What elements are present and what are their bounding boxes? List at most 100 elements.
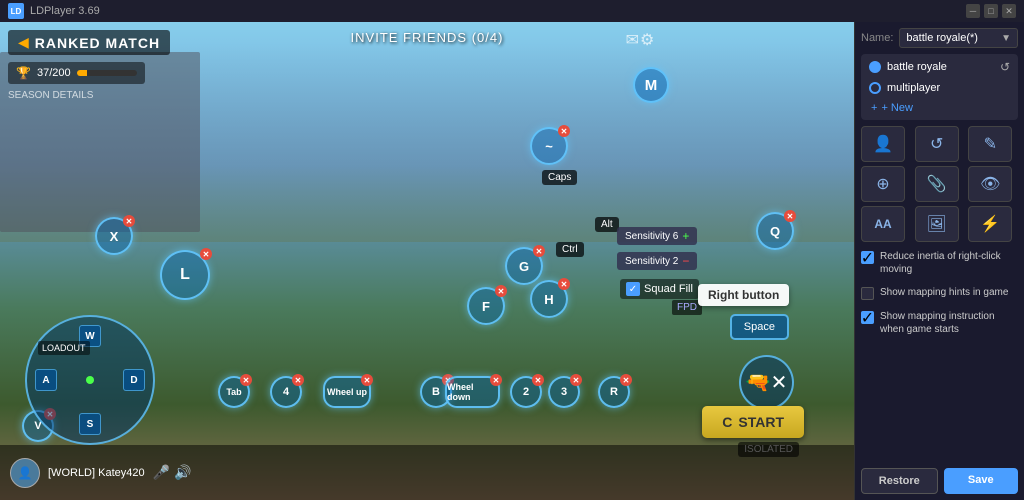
bolt-icon-cell[interactable]: ⚡ xyxy=(968,206,1012,242)
squad-fill-checkbox[interactable]: ✓ xyxy=(626,282,640,296)
wheel-down-key[interactable]: Wheel down ✕ xyxy=(445,376,500,408)
new-profile-button[interactable]: + + New xyxy=(865,100,1014,116)
profile-battle-royale[interactable]: battle royale ↺ xyxy=(865,58,1014,76)
close-four-icon[interactable]: ✕ xyxy=(292,374,304,386)
close-tab-icon[interactable]: ✕ xyxy=(240,374,252,386)
q-key[interactable]: Q ✕ xyxy=(756,212,794,250)
profile-options: battle royale ↺ multiplayer + + New xyxy=(861,54,1018,120)
ranked-arrow-icon: ◀ xyxy=(18,34,29,51)
profile-select[interactable]: battle royale(*) ▼ xyxy=(899,28,1018,48)
center-dot xyxy=(86,376,94,384)
show-instruction-label: Show mapping instruction when game start… xyxy=(880,310,1018,336)
loadout-circle: W A S D xyxy=(25,315,155,445)
ctrl-label: Ctrl xyxy=(556,242,584,257)
image-icon-cell[interactable]: 🖼 xyxy=(915,206,959,242)
f-key[interactable]: F ✕ xyxy=(467,287,505,325)
c-start-button[interactable]: C START xyxy=(702,406,804,438)
close-q-icon[interactable]: ✕ xyxy=(784,210,796,222)
weapon-circle[interactable]: 🔫 ✕ xyxy=(739,355,794,410)
d-key[interactable]: D xyxy=(123,369,145,391)
reduce-inertia-checkbox[interactable]: ✓ xyxy=(861,251,874,264)
close-x-icon[interactable]: ✕ xyxy=(123,215,135,227)
hud-icons: 🎤 🔊 xyxy=(153,464,192,481)
selected-profile-text: battle royale(*) xyxy=(906,32,978,44)
titlebar: LD LDPlayer 3.69 ─ □ ✕ xyxy=(0,0,1024,22)
minus-icon: − xyxy=(682,254,689,268)
person-icon-cell[interactable]: 👤 xyxy=(861,126,905,162)
player-avatar: 👤 xyxy=(10,458,40,488)
four-key[interactable]: 4 ✕ xyxy=(270,376,302,408)
radio-battle-royale[interactable] xyxy=(869,61,881,73)
gear-icon[interactable]: ⚙ xyxy=(640,30,664,54)
close-g-icon[interactable]: ✕ xyxy=(533,245,545,257)
s-key[interactable]: S xyxy=(79,413,101,435)
loadout-label: LOADOUT xyxy=(38,341,90,355)
close-l-icon[interactable]: ✕ xyxy=(200,248,212,260)
eye-icon-cell[interactable]: 👁 xyxy=(968,166,1012,202)
close-wheelup-icon[interactable]: ✕ xyxy=(361,374,373,386)
space-key[interactable]: Space xyxy=(730,314,789,340)
save-button[interactable]: Save xyxy=(944,468,1019,494)
squad-fill-label: Squad Fill xyxy=(644,283,693,295)
close-two-icon[interactable]: ✕ xyxy=(532,374,544,386)
clip-icon-cell[interactable]: 📎 xyxy=(915,166,959,202)
show-hints-checkbox[interactable] xyxy=(861,287,874,300)
trophy-icon: 🏆 xyxy=(16,66,31,80)
app-title: LDPlayer 3.69 xyxy=(30,5,100,17)
r-key[interactable]: R ✕ xyxy=(598,376,630,408)
crosshair-icon-cell[interactable]: ⊕ xyxy=(861,166,905,202)
text-icon-cell[interactable]: AA xyxy=(861,206,905,242)
chevron-down-icon: ▼ xyxy=(1001,33,1011,44)
name-label: Name: xyxy=(861,32,893,44)
m-key[interactable]: M xyxy=(633,67,669,103)
checkbox-show-hints: Show mapping hints in game xyxy=(861,284,1018,302)
tab-key[interactable]: Tab ✕ xyxy=(218,376,250,408)
battle-royale-label: battle royale xyxy=(887,61,947,73)
new-label: + New xyxy=(881,102,913,114)
squad-fill-row: ✓ Squad Fill xyxy=(620,279,699,299)
panel-footer: Restore Save xyxy=(861,468,1018,494)
game-header: ◀ RANKED MATCH xyxy=(8,30,170,55)
ranked-text: RANKED MATCH xyxy=(35,35,160,51)
tilde-key[interactable]: ~ ✕ xyxy=(530,127,568,165)
main-container: ◀ RANKED MATCH 🏆 37/200 SEASON DETAILS I… xyxy=(0,22,1024,500)
mic-icon[interactable]: 🎤 xyxy=(153,464,170,481)
three-key[interactable]: 3 ✕ xyxy=(548,376,580,408)
show-hints-label: Show mapping hints in game xyxy=(880,286,1008,299)
wheel-up-key[interactable]: Wheel up ✕ xyxy=(323,376,371,408)
two-key[interactable]: 2 ✕ xyxy=(510,376,542,408)
player-name: [WORLD] Katey420 xyxy=(48,467,145,479)
close-r-icon[interactable]: ✕ xyxy=(620,374,632,386)
season-details: SEASON DETAILS xyxy=(8,90,93,101)
player-stats: 🏆 37/200 xyxy=(8,62,145,84)
restore-button[interactable]: Restore xyxy=(861,468,938,494)
volume-icon[interactable]: 🔊 xyxy=(174,464,191,481)
close-button[interactable]: ✕ xyxy=(1002,4,1016,18)
g-key[interactable]: G ✕ xyxy=(505,247,543,285)
sensitivity-6-label: Sensitivity 6 + xyxy=(617,227,697,245)
close-h-icon[interactable]: ✕ xyxy=(558,278,570,290)
refresh-icon-cell[interactable]: ↺ xyxy=(915,126,959,162)
a-key[interactable]: A xyxy=(35,369,57,391)
profile-multiplayer[interactable]: multiplayer xyxy=(865,80,1014,96)
x-key[interactable]: X ✕ xyxy=(95,217,133,255)
close-weapon-icon[interactable]: ✕ xyxy=(771,370,788,395)
window-controls: ─ □ ✕ xyxy=(966,4,1016,18)
c-key-label: C xyxy=(722,414,732,430)
close-tilde-icon[interactable]: ✕ xyxy=(558,125,570,137)
h-key[interactable]: H ✕ xyxy=(530,280,568,318)
radio-multiplayer[interactable] xyxy=(869,82,881,94)
show-instruction-checkbox[interactable]: ✓ xyxy=(861,311,874,324)
close-three-icon[interactable]: ✕ xyxy=(570,374,582,386)
close-f-icon[interactable]: ✕ xyxy=(495,285,507,297)
game-area: ◀ RANKED MATCH 🏆 37/200 SEASON DETAILS I… xyxy=(0,22,854,500)
close-wheeldown-icon[interactable]: ✕ xyxy=(490,374,502,386)
bottom-hud: 👤 [WORLD] Katey420 🎤 🔊 xyxy=(0,445,854,500)
pencil-icon-cell[interactable]: ✎ xyxy=(968,126,1012,162)
refresh-profile-icon[interactable]: ↺ xyxy=(1000,60,1010,74)
envelope-icon[interactable]: ✉ xyxy=(626,30,639,50)
l-key[interactable]: L ✕ xyxy=(160,250,210,300)
minimize-button[interactable]: ─ xyxy=(966,4,980,18)
maximize-button[interactable]: □ xyxy=(984,4,998,18)
right-button-tooltip: Right button xyxy=(698,284,789,306)
